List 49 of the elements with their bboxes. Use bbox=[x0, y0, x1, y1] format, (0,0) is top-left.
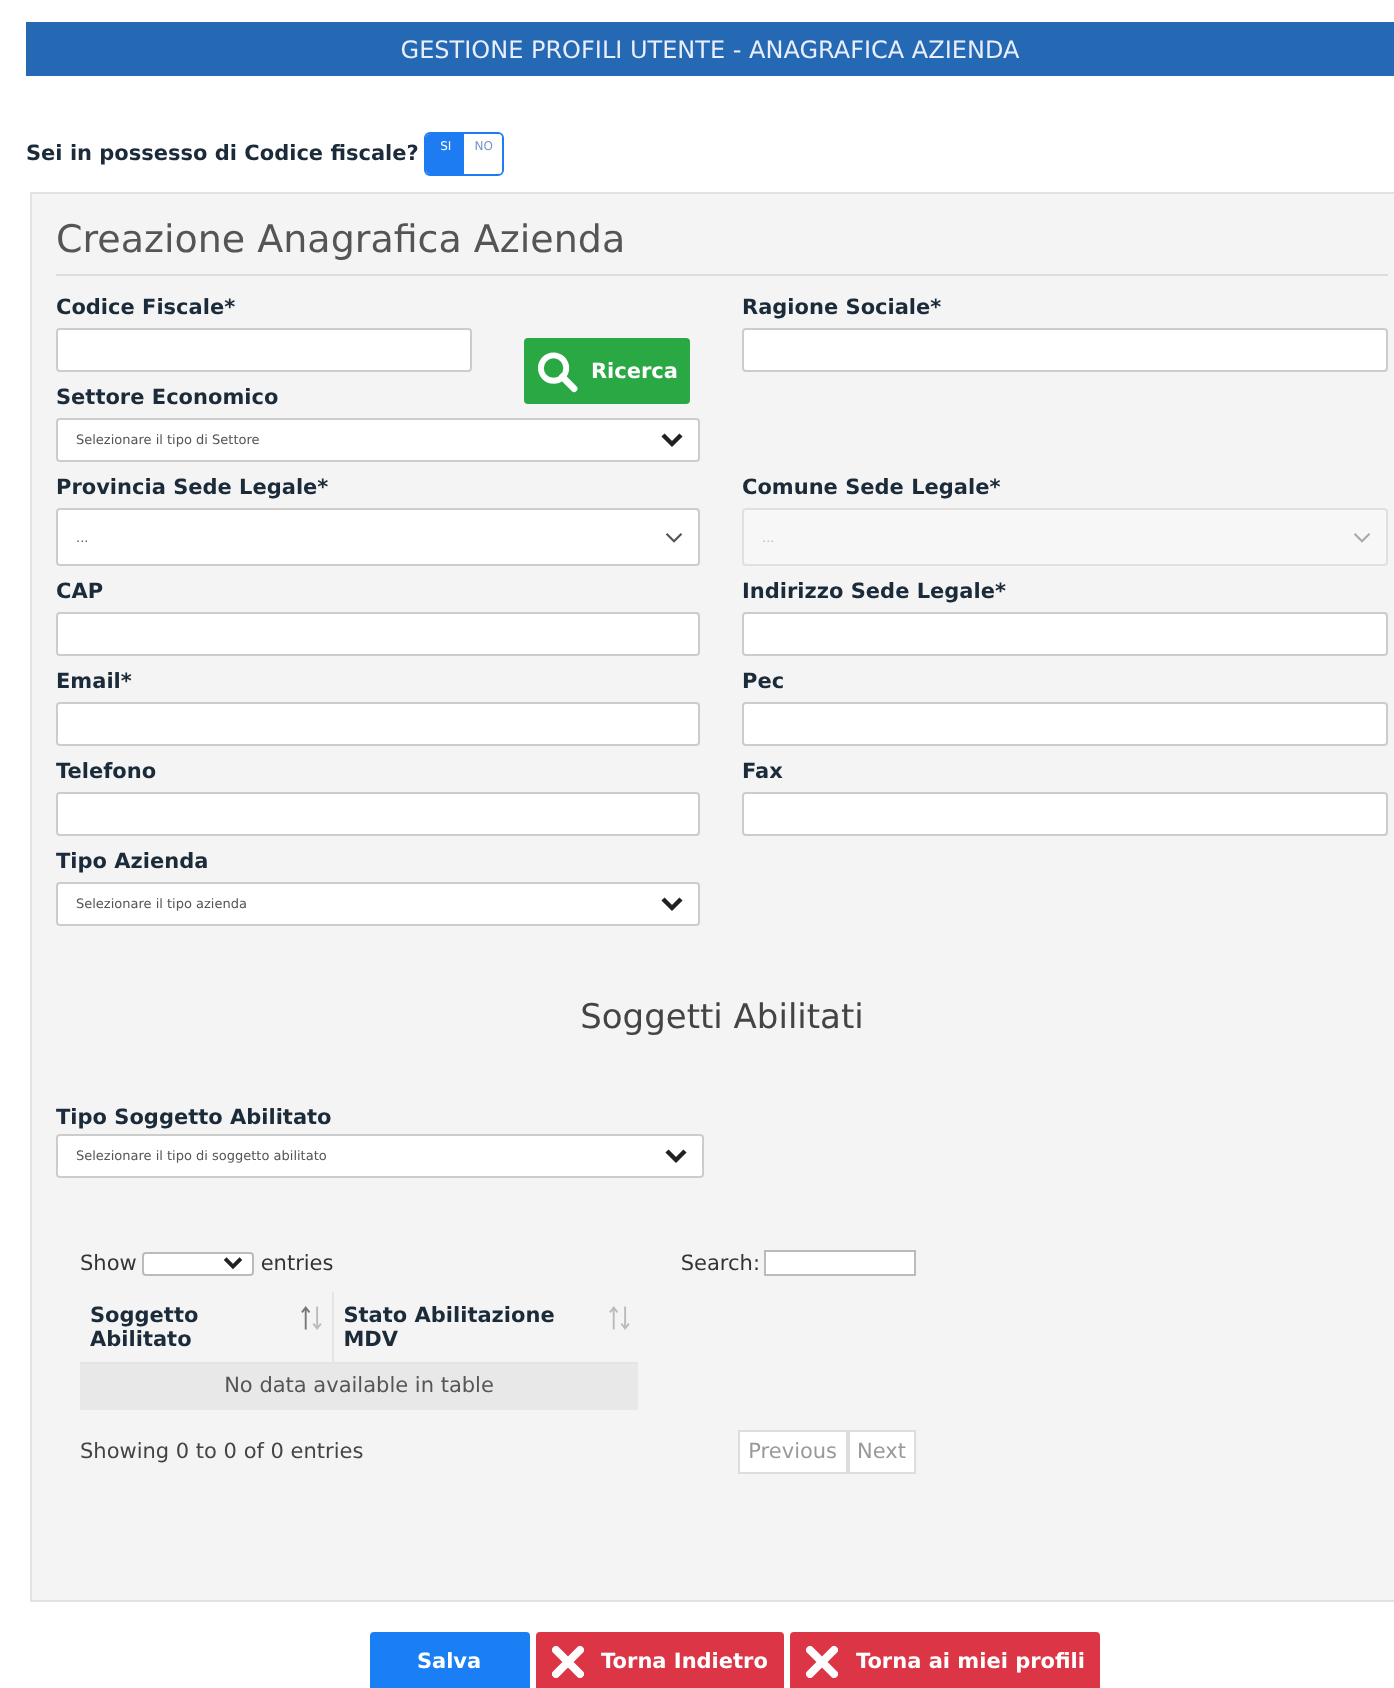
field-label: Settore Economico bbox=[56, 386, 281, 410]
page-size-dropdown[interactable] bbox=[142, 1251, 255, 1275]
close-icon bbox=[551, 1646, 584, 1678]
action-button[interactable]: Torna ai miei profili bbox=[789, 1632, 1101, 1688]
input-field[interactable] bbox=[56, 702, 700, 746]
field-label: Provincia Sede Legale* bbox=[56, 476, 331, 500]
field-label: Pec bbox=[742, 670, 787, 694]
input-field[interactable] bbox=[742, 792, 1388, 836]
sort-icon bbox=[607, 1304, 630, 1332]
input-field[interactable] bbox=[742, 702, 1388, 746]
show-label: Show bbox=[80, 1251, 137, 1275]
field-label: Email* bbox=[56, 670, 134, 694]
field-label: Comune Sede Legale* bbox=[742, 476, 1003, 500]
input-field[interactable] bbox=[742, 612, 1388, 656]
input-field[interactable] bbox=[56, 328, 472, 372]
chevron-down-icon bbox=[664, 529, 684, 545]
entries-label: entries bbox=[260, 1251, 334, 1275]
search-icon bbox=[536, 349, 579, 393]
empty-table-message: No data available in table bbox=[80, 1364, 638, 1410]
input-field[interactable] bbox=[56, 612, 700, 656]
chevron-down-icon bbox=[660, 432, 684, 448]
input-field[interactable] bbox=[56, 792, 700, 836]
form-title: Creazione Anagrafica Azienda bbox=[56, 194, 1388, 276]
search-field[interactable] bbox=[764, 1250, 916, 1276]
close-icon bbox=[805, 1646, 838, 1678]
column-header[interactable]: Soggetto Abilitato bbox=[80, 1292, 334, 1362]
input-field[interactable] bbox=[742, 328, 1388, 372]
field-label: Indirizzo Sede Legale* bbox=[742, 580, 1008, 604]
field-label: Codice Fiscale* bbox=[56, 296, 238, 320]
table-info: Showing 0 to 0 of 0 entries bbox=[80, 1440, 364, 1464]
chevron-down-icon bbox=[1352, 529, 1372, 545]
search-button[interactable]: Ricerca bbox=[524, 338, 690, 404]
field-label: Tipo Soggetto Abilitato bbox=[56, 1106, 334, 1130]
field-label: Tipo Azienda bbox=[56, 850, 211, 874]
field-label: Ragione Sociale* bbox=[742, 296, 944, 320]
field-label: Telefono bbox=[56, 760, 159, 784]
question-label: Sei in possesso di Codice fiscale? bbox=[26, 142, 419, 166]
sort-icon bbox=[300, 1304, 324, 1332]
column-header[interactable]: Stato Abilitazione MDV bbox=[333, 1292, 638, 1362]
field-label: CAP bbox=[56, 580, 106, 604]
action-button[interactable]: Salva bbox=[369, 1632, 530, 1688]
chevron-down-icon bbox=[664, 1148, 688, 1164]
chevron-down-icon bbox=[222, 1256, 245, 1270]
section-title: Soggetti Abilitati bbox=[578, 998, 866, 1038]
chevron-down-icon bbox=[660, 896, 684, 912]
field-label: Fax bbox=[742, 760, 785, 784]
page-header: GESTIONE PROFILI UTENTE - ANAGRAFICA AZIENDA bbox=[26, 22, 1394, 76]
action-button[interactable]: Torna Indietro bbox=[535, 1632, 784, 1688]
search-label: Search: bbox=[680, 1251, 760, 1275]
